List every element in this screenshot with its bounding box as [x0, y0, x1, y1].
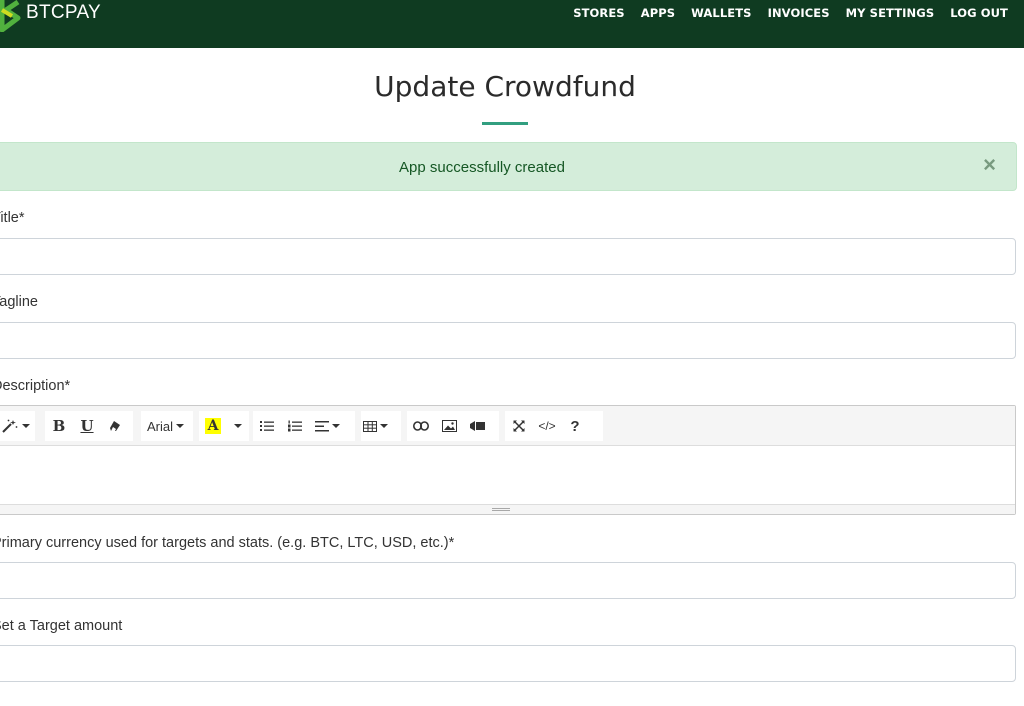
font-name-label: Arial: [147, 418, 174, 434]
chevron-down-icon: [380, 424, 388, 428]
top-navbar: BTCPAY Stores Apps Wallets Invoices My S…: [0, 0, 1024, 48]
alert-message: App successfully created: [399, 159, 565, 176]
color-group: A: [199, 411, 249, 441]
title-input[interactable]: [0, 238, 1016, 275]
editor-resize-bar[interactable]: [0, 504, 1015, 514]
nav-invoices-link[interactable]: Invoices: [768, 6, 830, 20]
align-left-icon: [314, 420, 329, 431]
chevron-down-icon: [331, 424, 340, 428]
brand-name: BTCPAY: [26, 2, 101, 23]
magic-wand-icon: [2, 419, 18, 433]
nav-stores-link[interactable]: Stores: [573, 6, 625, 20]
chevron-down-icon: [233, 424, 242, 428]
target-amount-label: Set a Target amount: [0, 618, 123, 634]
alert-close-button[interactable]: ×: [983, 154, 996, 176]
link-icon: [413, 421, 429, 431]
expand-icon: [513, 420, 525, 432]
code-view-button[interactable]: </>: [533, 411, 561, 441]
align-dropdown-button[interactable]: [309, 411, 345, 441]
font-style-group: B U: [45, 411, 133, 441]
tagline-label: Tagline: [0, 294, 38, 310]
insert-link-button[interactable]: [407, 411, 435, 441]
nav-my-settings-link[interactable]: My Settings: [846, 6, 935, 20]
btcpay-logo-icon: [0, 0, 21, 32]
brand-logo[interactable]: BTCPAY: [0, 0, 101, 32]
insert-group: [407, 411, 499, 441]
font-name-group: Arial: [141, 411, 193, 441]
highlight-color-button[interactable]: A: [199, 411, 227, 441]
fullscreen-button[interactable]: [505, 411, 533, 441]
success-alert: App successfully created ×: [0, 142, 1017, 191]
insert-picture-button[interactable]: [435, 411, 463, 441]
nav-log-out-link[interactable]: Log out: [950, 6, 1008, 20]
bullet-list-icon: [260, 421, 274, 431]
title-label: Title*: [0, 210, 25, 226]
help-button[interactable]: ?: [561, 411, 589, 441]
description-label: Description*: [0, 378, 71, 394]
color-dropdown-button[interactable]: [227, 411, 245, 441]
title-underline: [482, 122, 528, 125]
target-amount-input[interactable]: [0, 645, 1016, 682]
nav-wallets-link[interactable]: Wallets: [691, 6, 751, 20]
description-editor: B U Arial A </> ?: [0, 405, 1016, 515]
page-title: Update Crowdfund: [374, 70, 636, 103]
video-icon: [469, 421, 485, 431]
highlight-letter: A: [204, 418, 222, 434]
tagline-input[interactable]: [0, 322, 1016, 359]
font-name-dropdown[interactable]: Arial: [141, 411, 190, 441]
nav-apps-link[interactable]: Apps: [641, 6, 675, 20]
editor-content-area[interactable]: [0, 446, 1015, 506]
chevron-down-icon: [176, 424, 185, 428]
unordered-list-button[interactable]: [253, 411, 281, 441]
clear-format-button[interactable]: [101, 411, 129, 441]
table-dropdown-button[interactable]: [361, 411, 390, 441]
eraser-icon: [110, 421, 120, 431]
chevron-down-icon: [22, 424, 30, 428]
ordered-list-button[interactable]: [281, 411, 309, 441]
resize-grip-icon: [492, 508, 510, 511]
editor-toolbar: B U Arial A </> ?: [0, 406, 1015, 446]
style-group: [0, 411, 35, 441]
insert-video-button[interactable]: [463, 411, 491, 441]
view-group: </> ?: [505, 411, 603, 441]
nav-links: Stores Apps Wallets Invoices My Settings…: [557, 6, 1008, 20]
currency-input[interactable]: [0, 562, 1016, 599]
currency-label: Primary currency used for targets and st…: [0, 535, 455, 551]
numbered-list-icon: [288, 420, 302, 432]
picture-icon: [441, 420, 457, 432]
bold-button[interactable]: B: [45, 411, 73, 441]
underline-button[interactable]: U: [73, 411, 101, 441]
table-group: [361, 411, 401, 441]
style-dropdown-button[interactable]: [0, 411, 32, 441]
paragraph-group: [253, 411, 355, 441]
table-icon: [363, 420, 377, 432]
